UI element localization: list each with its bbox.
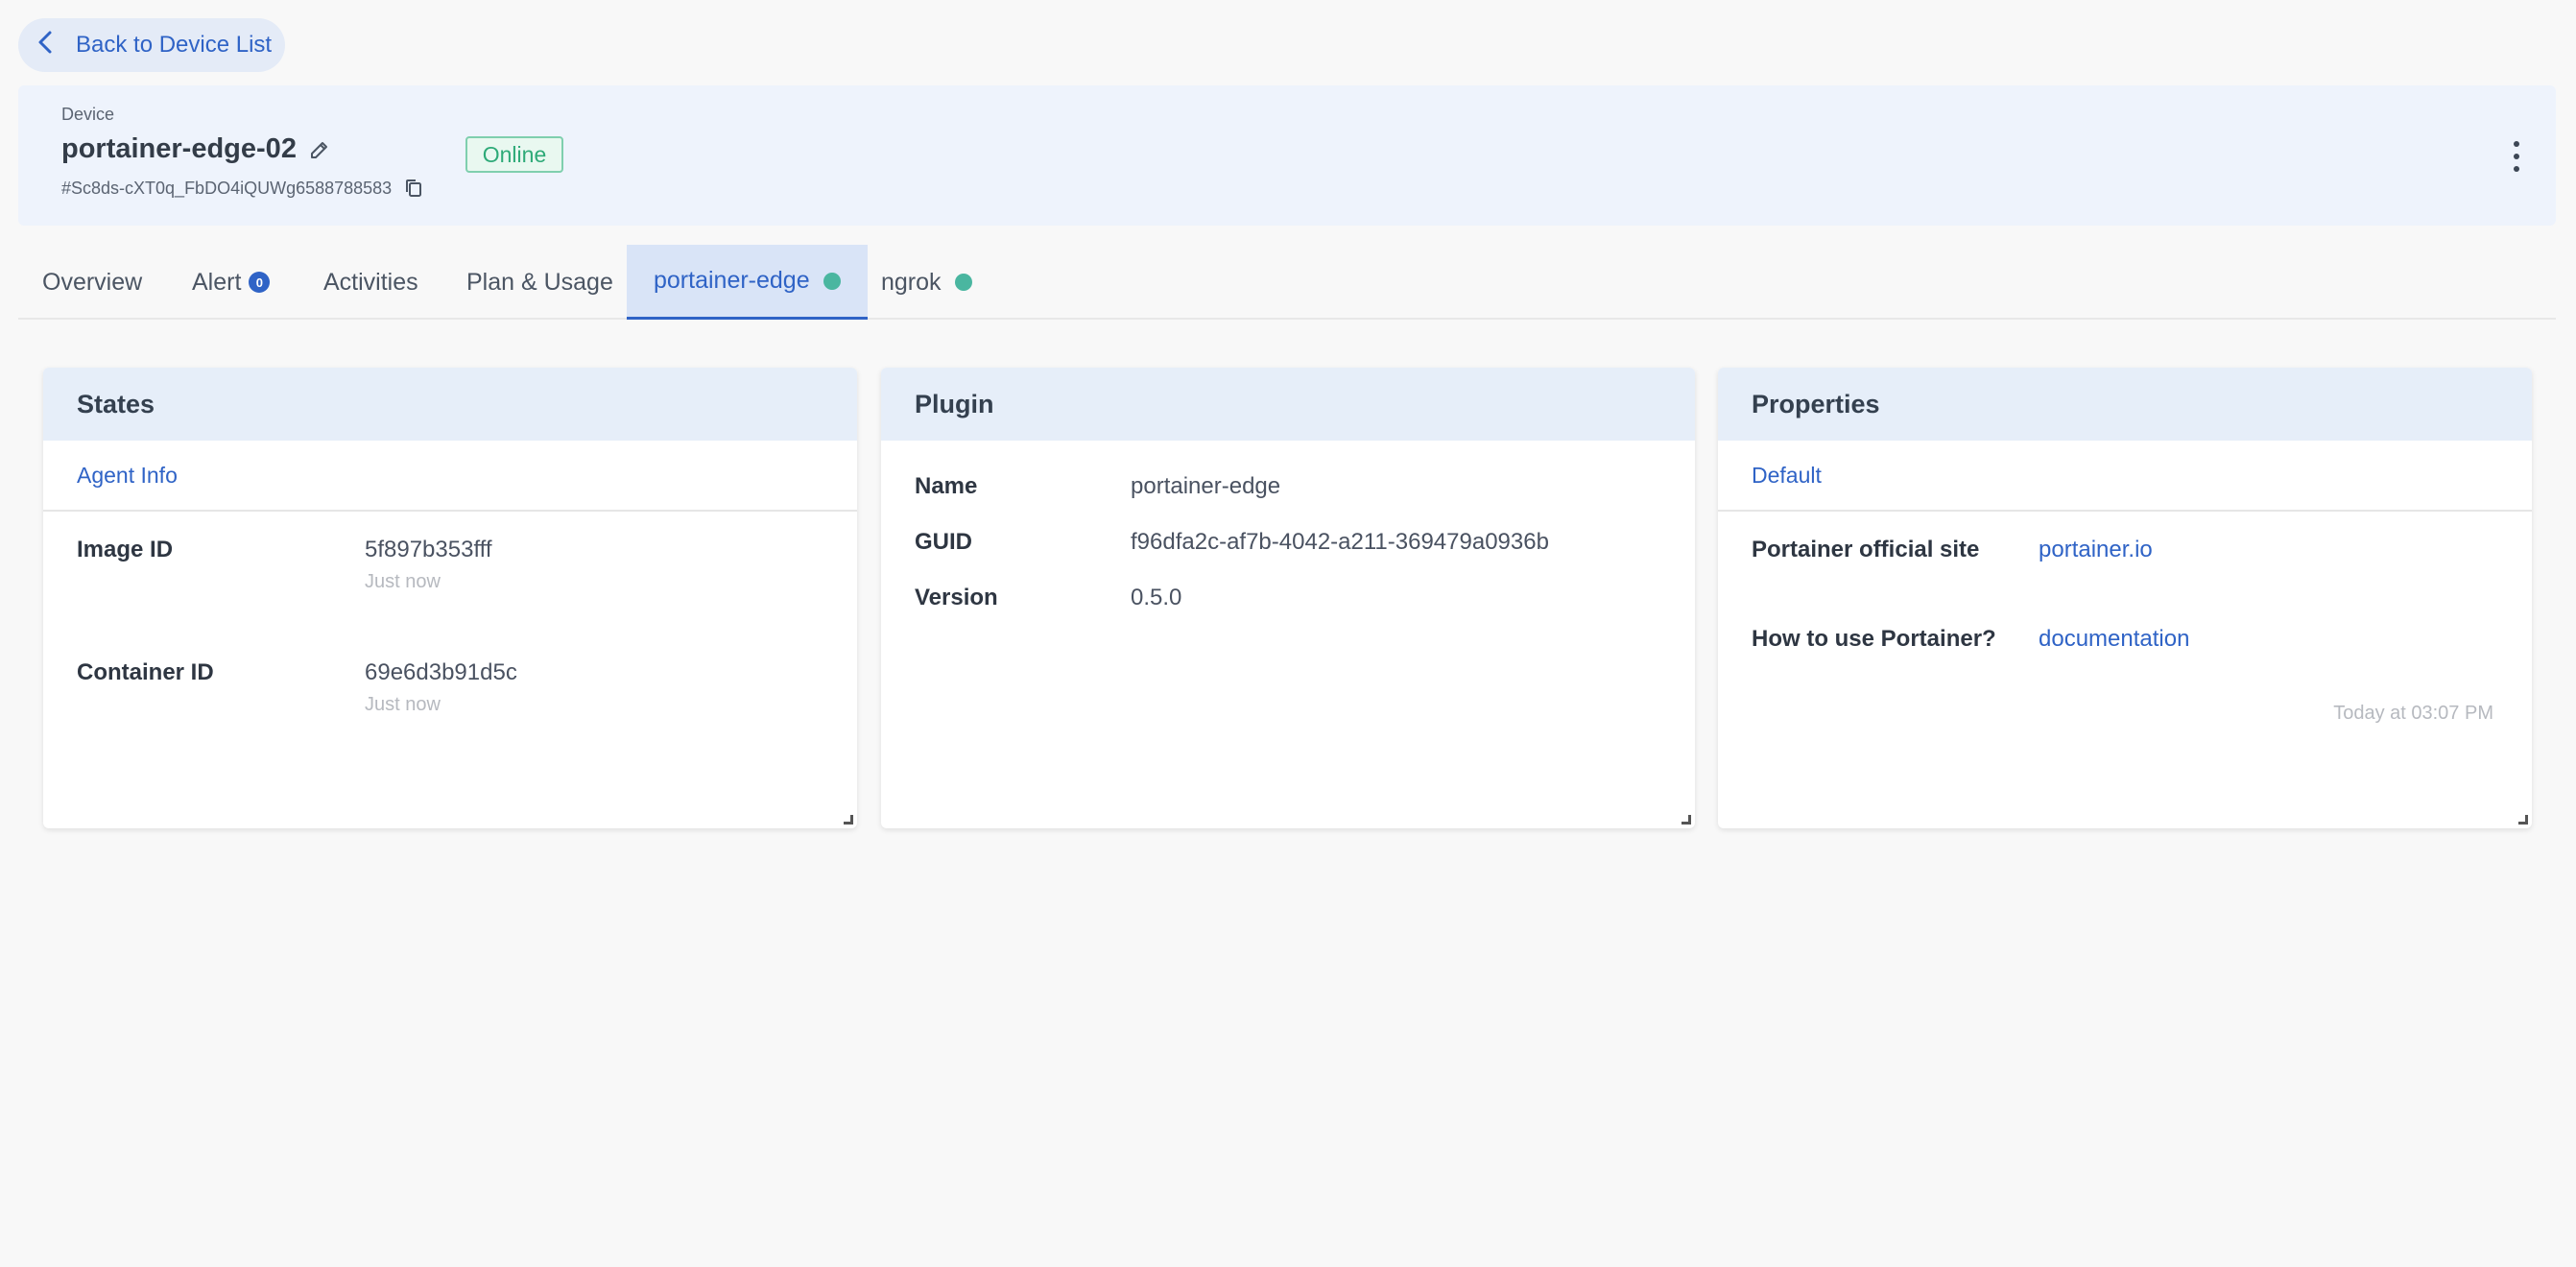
tab-plan-usage[interactable]: Plan & Usage	[466, 245, 613, 320]
plugin-value: 0.5.0	[1131, 585, 1182, 610]
pencil-icon[interactable]	[308, 138, 331, 161]
plugin-key: Name	[915, 473, 978, 499]
plugin-card: Plugin Name portainer-edge GUID f96dfa2c…	[881, 368, 1695, 828]
plugin-value: portainer-edge	[1131, 473, 1281, 499]
portainer-site-link[interactable]: portainer.io	[2039, 537, 2153, 563]
tab-activities[interactable]: Activities	[323, 245, 418, 320]
state-updated: Just now	[365, 571, 441, 592]
resize-handle-icon[interactable]	[844, 815, 853, 825]
device-header: Device portainer-edge-02 #Sc8ds-cXT0q_Fb…	[18, 85, 2556, 226]
tab-activities-label: Activities	[323, 268, 418, 296]
back-to-device-list-button[interactable]: Back to Device List	[18, 18, 285, 72]
plugin-key: GUID	[915, 529, 972, 555]
device-tabs: Overview Alert 0 Activities Plan & Usage…	[18, 245, 2556, 320]
states-card-title: States	[43, 368, 857, 441]
copy-icon[interactable]	[403, 178, 424, 199]
tab-ngrok-label: ngrok	[881, 268, 942, 296]
tab-portainer-edge[interactable]: portainer-edge	[627, 245, 868, 320]
properties-card-title: Properties	[1718, 368, 2532, 441]
tab-alert[interactable]: Alert 0	[192, 245, 271, 320]
default-tab[interactable]: Default	[1718, 441, 2532, 512]
property-key: Portainer official site	[1752, 537, 1980, 562]
device-section-label: Device	[61, 105, 115, 124]
plugin-key: Version	[915, 585, 998, 610]
tab-portainer-edge-label: portainer-edge	[654, 267, 810, 294]
property-key: How to use Portainer?	[1752, 626, 1996, 652]
properties-card: Properties Default Portainer official si…	[1718, 368, 2532, 828]
alert-count-badge: 0	[249, 272, 271, 293]
properties-timestamp: Today at 03:07 PM	[2333, 703, 2493, 724]
tab-overview[interactable]: Overview	[42, 245, 142, 320]
resize-handle-icon[interactable]	[1682, 815, 1691, 825]
device-name: portainer-edge-02	[61, 133, 297, 164]
device-name-row: portainer-edge-02	[61, 133, 331, 165]
chevron-left-icon	[36, 30, 57, 61]
states-card: States Agent Info Image ID 5f897b353fff …	[43, 368, 857, 828]
state-key: Container ID	[77, 659, 214, 685]
plugin-card-title: Plugin	[881, 368, 1695, 441]
state-value: 69e6d3b91d5c	[365, 659, 517, 685]
device-id-row: #Sc8ds-cXT0q_FbDO4iQUWg6588788583	[61, 178, 424, 199]
device-id: #Sc8ds-cXT0q_FbDO4iQUWg6588788583	[61, 178, 393, 198]
state-updated: Just now	[365, 694, 441, 715]
status-dot-icon	[823, 272, 841, 290]
plugin-value: f96dfa2c-af7b-4042-a211-369479a0936b	[1131, 529, 1549, 555]
documentation-link[interactable]: documentation	[2039, 626, 2189, 653]
more-options-icon[interactable]	[2510, 141, 2523, 172]
state-value: 5f897b353fff	[365, 537, 492, 562]
back-button-label: Back to Device List	[76, 32, 273, 58]
agent-info-tab[interactable]: Agent Info	[43, 441, 857, 512]
state-key: Image ID	[77, 537, 174, 562]
tab-ngrok[interactable]: ngrok	[881, 245, 972, 320]
tab-plan-usage-label: Plan & Usage	[466, 268, 613, 296]
status-dot-icon	[954, 274, 972, 291]
tab-alert-label: Alert	[192, 268, 242, 296]
device-detail-page: Back to Device List Device portainer-edg…	[0, 0, 2576, 1267]
resize-handle-icon[interactable]	[2518, 815, 2528, 825]
status-badge: Online	[465, 136, 563, 173]
tab-overview-label: Overview	[42, 268, 143, 296]
